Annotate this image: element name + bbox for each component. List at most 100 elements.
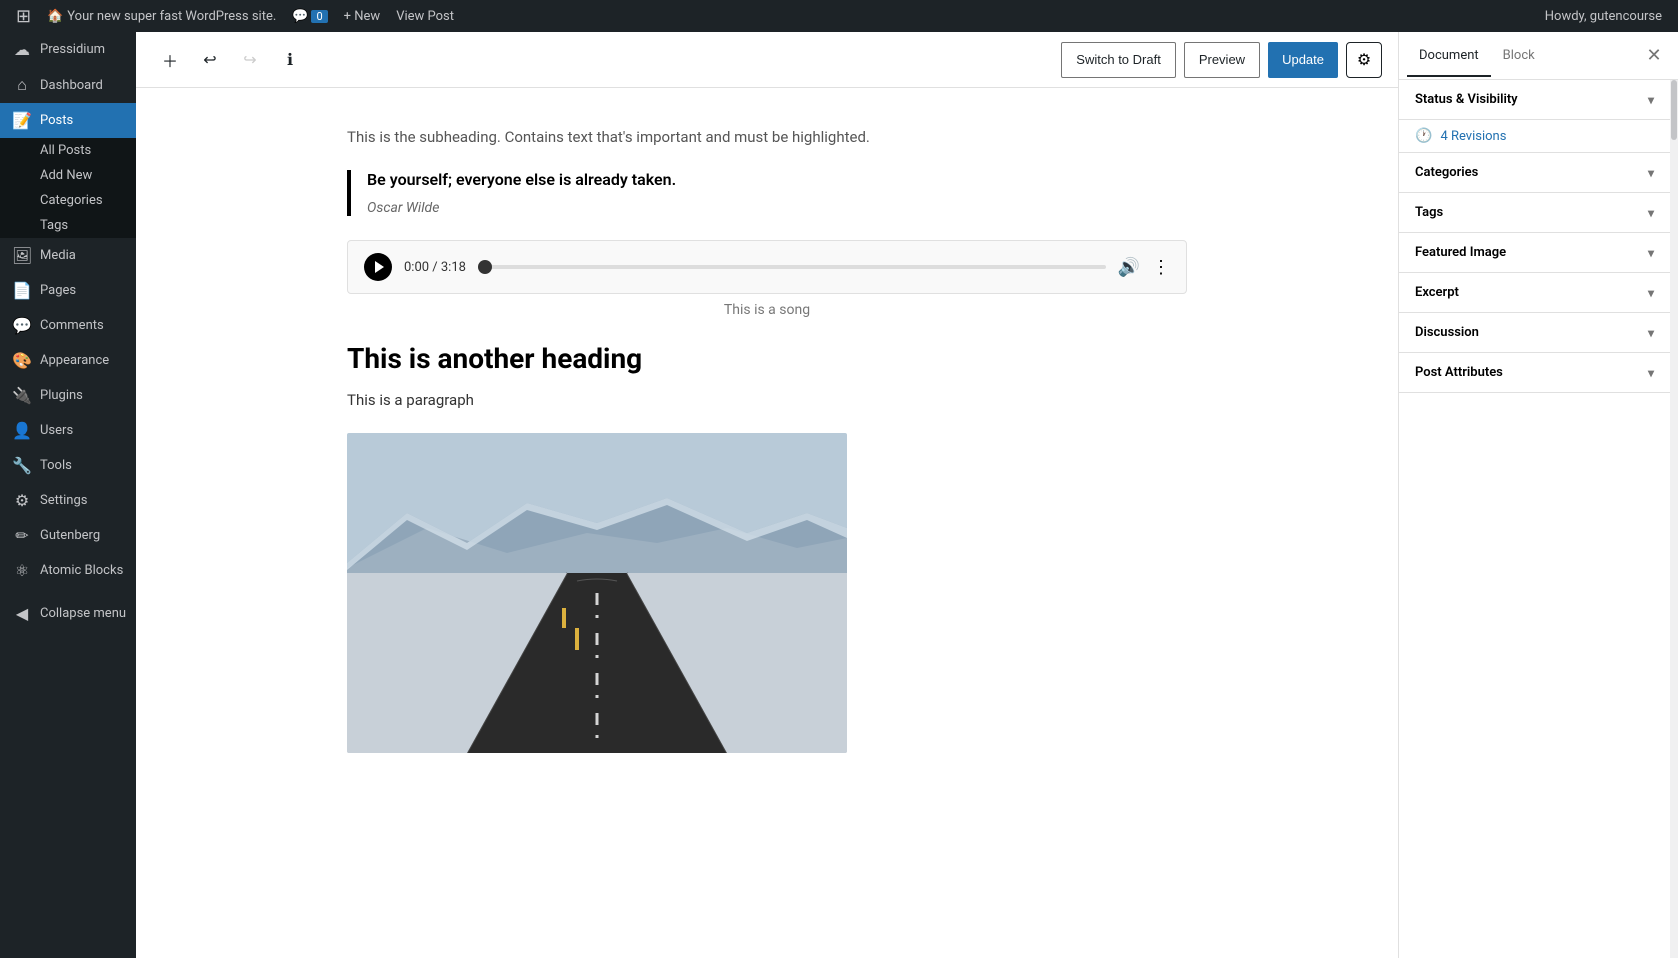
sidebar-item-collapse-menu[interactable]: ◀ Collapse menu	[0, 596, 136, 631]
sidebar-item-atomic-blocks[interactable]: ⚛ Atomic Blocks	[0, 553, 136, 588]
status-visibility-label: Status & Visibility	[1415, 92, 1518, 107]
sidebar-item-pressidium-label: Pressidium	[40, 42, 105, 57]
blockquote-text: Be yourself; everyone else is already ta…	[367, 170, 1187, 189]
posts-icon: 📝	[12, 111, 32, 130]
tab-block[interactable]: Block	[1491, 36, 1547, 77]
audio-more-icon[interactable]: ⋮	[1152, 257, 1170, 278]
wp-logo-icon: ⊞	[16, 6, 31, 27]
categories-section-label: Categories	[1415, 165, 1478, 180]
dashboard-icon: ⌂	[12, 75, 32, 95]
right-panel: Document Block ✕ Status & Visibility ▾ 🕐…	[1398, 32, 1678, 958]
categories-header[interactable]: Categories ▾	[1399, 153, 1670, 192]
sidebar-item-dashboard-label: Dashboard	[40, 78, 103, 93]
post-attributes-header[interactable]: Post Attributes ▾	[1399, 353, 1670, 392]
status-visibility-chevron: ▾	[1648, 93, 1654, 107]
sidebar-item-collapse-menu-label: Collapse menu	[40, 606, 126, 621]
editor-content: This is the subheading. Contains text th…	[347, 128, 1187, 918]
post-attributes-label: Post Attributes	[1415, 365, 1503, 380]
sidebar-item-all-posts[interactable]: All Posts	[0, 138, 136, 163]
sidebar-item-settings[interactable]: ⚙ Settings	[0, 483, 136, 518]
pressidium-icon: ☁	[12, 40, 32, 59]
categories-chevron: ▾	[1648, 166, 1654, 180]
howdy-item[interactable]: Howdy, gutencourse	[1537, 0, 1670, 32]
media-icon: 🖼	[12, 246, 32, 265]
sidebar-item-gutenberg[interactable]: ✏ Gutenberg	[0, 518, 136, 553]
audio-play-button[interactable]	[364, 253, 392, 281]
subheading-block[interactable]: This is the subheading. Contains text th…	[347, 128, 1187, 146]
audio-progress-thumb[interactable]	[478, 260, 492, 274]
featured-image-section: Featured Image ▾	[1399, 233, 1670, 273]
view-post-item[interactable]: View Post	[388, 0, 462, 32]
settings-gear-icon: ⚙	[1357, 50, 1371, 70]
right-panel-scrollbar[interactable]	[1670, 80, 1678, 958]
sidebar-item-appearance[interactable]: 🎨 Appearance	[0, 343, 136, 378]
undo-button[interactable]: ↩	[192, 42, 228, 78]
excerpt-header[interactable]: Excerpt ▾	[1399, 273, 1670, 312]
redo-button[interactable]: ↪	[232, 42, 268, 78]
gutenberg-icon: ✏	[12, 526, 32, 545]
preview-button[interactable]: Preview	[1184, 42, 1260, 78]
featured-image-label: Featured Image	[1415, 245, 1506, 260]
featured-image-header[interactable]: Featured Image ▾	[1399, 233, 1670, 272]
comments-item[interactable]: 💬 0	[284, 0, 335, 32]
switch-to-draft-button[interactable]: Switch to Draft	[1061, 42, 1176, 78]
add-block-button[interactable]: ＋	[152, 42, 188, 78]
sidebar-item-tools[interactable]: 🔧 Tools	[0, 448, 136, 483]
sidebar-item-pressidium[interactable]: ☁ Pressidium	[0, 32, 136, 67]
sidebar-item-tags[interactable]: Tags	[0, 213, 136, 238]
sidebar-item-posts[interactable]: 📝 Posts	[0, 103, 136, 138]
sidebar-item-atomic-blocks-label: Atomic Blocks	[40, 563, 123, 578]
howdy-text: Howdy, gutencourse	[1545, 9, 1662, 24]
comments-count: 0	[311, 10, 327, 23]
heading2-block[interactable]: This is another heading	[347, 342, 1187, 375]
featured-image-chevron: ▾	[1648, 246, 1654, 260]
wp-logo-item[interactable]: ⊞	[8, 0, 39, 32]
new-item[interactable]: + New	[336, 0, 389, 32]
sidebar-item-media[interactable]: 🖼 Media	[0, 238, 136, 273]
sidebar-item-pages-label: Pages	[40, 283, 76, 298]
settings-icon: ⚙	[12, 491, 32, 510]
discussion-header[interactable]: Discussion ▾	[1399, 313, 1670, 352]
right-panel-scroll-thumb[interactable]	[1671, 80, 1677, 140]
sidebar-item-users[interactable]: 👤 Users	[0, 413, 136, 448]
close-panel-button[interactable]: ✕	[1638, 40, 1670, 72]
post-image-block[interactable]	[347, 433, 847, 753]
comments-sidebar-icon: 💬	[12, 316, 32, 335]
audio-volume-icon[interactable]: 🔊	[1118, 257, 1140, 278]
discussion-section: Discussion ▾	[1399, 313, 1670, 353]
categories-label: Categories	[40, 193, 103, 208]
status-visibility-header[interactable]: Status & Visibility ▾	[1399, 80, 1670, 119]
sidebar-item-dashboard[interactable]: ⌂ Dashboard	[0, 67, 136, 103]
audio-player-block[interactable]: 0:00 / 3:18 🔊 ⋮	[347, 240, 1187, 294]
revisions-section: 🕐 4 Revisions	[1399, 120, 1670, 153]
excerpt-chevron: ▾	[1648, 286, 1654, 300]
revisions-label: 4 Revisions	[1440, 129, 1506, 144]
sidebar-item-add-new[interactable]: Add New	[0, 163, 136, 188]
right-panel-with-scroll: Status & Visibility ▾ 🕐 4 Revisions Cate…	[1399, 80, 1678, 958]
sidebar-item-comments[interactable]: 💬 Comments	[0, 308, 136, 343]
info-button[interactable]: ℹ	[272, 42, 308, 78]
sidebar-item-categories[interactable]: Categories	[0, 188, 136, 213]
editor-toolbar-left: ＋ ↩ ↪ ℹ	[152, 42, 1053, 78]
categories-section: Categories ▾	[1399, 153, 1670, 193]
paragraph-block[interactable]: This is a paragraph	[347, 391, 1187, 409]
audio-progress-bar[interactable]	[478, 265, 1106, 269]
update-button[interactable]: Update	[1268, 42, 1338, 78]
revisions-clock-icon: 🕐	[1415, 128, 1432, 144]
blockquote-block[interactable]: Be yourself; everyone else is already ta…	[347, 170, 1187, 216]
admin-bar: ⊞ 🏠 Your new super fast WordPress site. …	[0, 0, 1678, 32]
audio-caption: This is a song	[347, 302, 1187, 318]
sidebar-item-pages[interactable]: 📄 Pages	[0, 273, 136, 308]
sidebar-item-gutenberg-label: Gutenberg	[40, 528, 100, 543]
sidebar-item-plugins[interactable]: 🔌 Plugins	[0, 378, 136, 413]
appearance-icon: 🎨	[12, 351, 32, 370]
audio-time: 0:00 / 3:18	[404, 260, 466, 275]
tab-document[interactable]: Document	[1407, 36, 1491, 77]
settings-button[interactable]: ⚙	[1346, 42, 1382, 78]
tags-header[interactable]: Tags ▾	[1399, 193, 1670, 232]
editor-content-wrap[interactable]: This is the subheading. Contains text th…	[136, 88, 1398, 958]
site-home-icon: 🏠	[47, 9, 63, 24]
tags-label: Tags	[40, 218, 68, 233]
site-name-item[interactable]: 🏠 Your new super fast WordPress site.	[39, 0, 284, 32]
revisions-item[interactable]: 🕐 4 Revisions	[1399, 120, 1670, 152]
